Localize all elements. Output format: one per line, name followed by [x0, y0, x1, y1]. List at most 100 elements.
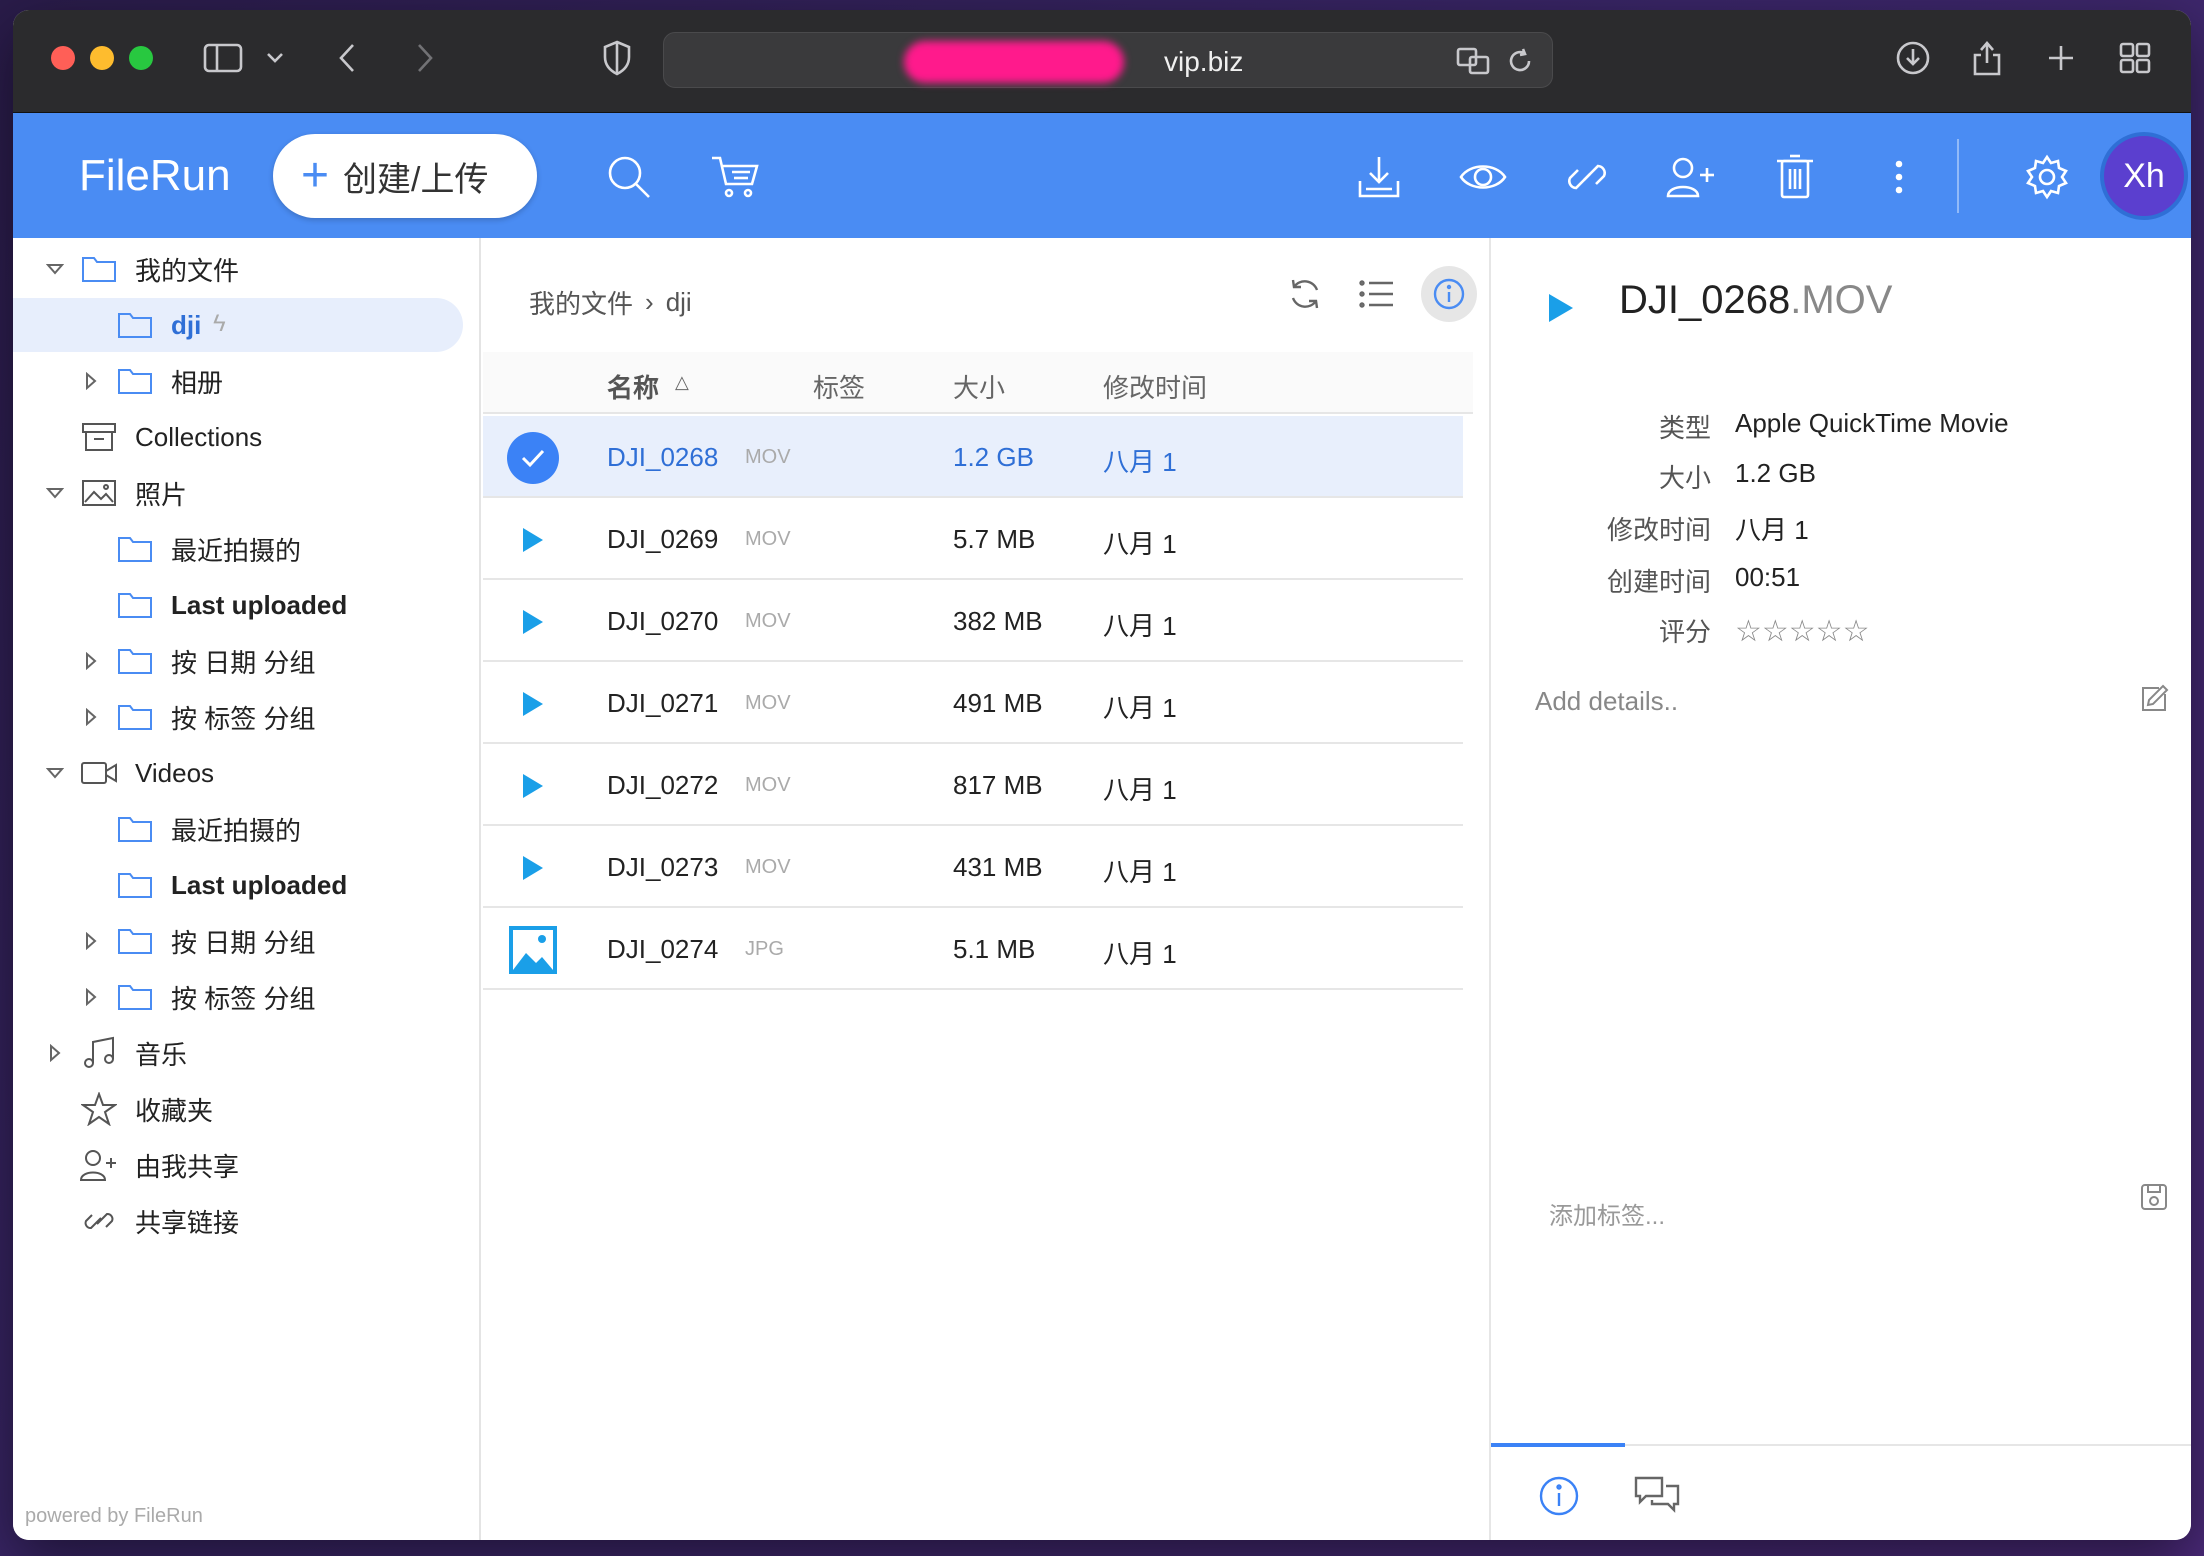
address-bar[interactable]: vip.biz	[663, 32, 1553, 88]
shield-icon[interactable]	[597, 38, 637, 78]
share-icon[interactable]	[1967, 38, 2007, 78]
column-tags-header[interactable]: 标签	[813, 368, 865, 405]
collapsed-caret-icon[interactable]	[81, 931, 101, 951]
expanded-caret-icon[interactable]	[45, 483, 65, 503]
column-size-header[interactable]: 大小	[953, 368, 1005, 405]
download-file-icon[interactable]	[1353, 151, 1405, 203]
sidebar-item-label: 最近拍摄的	[171, 815, 302, 846]
sidebar-item-my-files[interactable]: 我的文件	[13, 242, 465, 296]
collapsed-caret-icon[interactable]	[45, 1043, 65, 1063]
maximize-window-button[interactable]	[129, 46, 153, 70]
sidebar-item-videos-recent[interactable]: 最近拍摄的	[13, 802, 465, 856]
add-user-icon[interactable]	[1665, 151, 1717, 203]
file-ext: JPG	[745, 938, 784, 960]
file-modified: 八月 1	[1103, 447, 1177, 477]
tab-overview-icon[interactable]	[2115, 38, 2155, 78]
sidebar-item-favorites[interactable]: 收藏夹	[13, 1082, 465, 1136]
refresh-button[interactable]	[1277, 266, 1333, 322]
expanded-caret-icon[interactable]	[45, 259, 65, 279]
table-row[interactable]: DJI_0268 MOV 1.2 GB 八月 1	[483, 416, 1463, 498]
table-row[interactable]: DJI_0270 MOV 382 MB 八月 1	[483, 580, 1463, 662]
new-tab-icon[interactable]	[2041, 38, 2081, 78]
file-ext: MOV	[745, 774, 791, 796]
breadcrumb-item[interactable]: 我的文件	[529, 284, 633, 321]
details-file-ext: .MOV	[1790, 278, 1893, 322]
sidebar-item-label: 我的文件	[135, 255, 240, 286]
tab-info[interactable]	[1523, 1460, 1595, 1532]
close-window-button[interactable]	[51, 46, 75, 70]
forward-icon[interactable]	[405, 38, 445, 78]
file-modified: 八月 1	[1103, 857, 1177, 887]
edit-icon[interactable]	[2139, 682, 2171, 719]
collapsed-caret-icon[interactable]	[81, 371, 101, 391]
collapsed-caret-icon[interactable]	[81, 987, 101, 1007]
column-modified-header[interactable]: 修改时间	[1103, 368, 1207, 405]
sidebar-item-music[interactable]: 音乐	[13, 1026, 465, 1080]
sidebar-item-videos-by-tag[interactable]: 按 标签 分组	[13, 970, 465, 1024]
column-name-header[interactable]: 名称	[607, 368, 659, 405]
breadcrumb-item[interactable]: dji	[666, 287, 692, 318]
link-icon[interactable]	[1561, 151, 1613, 203]
sidebar-item-shared-links[interactable]: 共享链接	[13, 1194, 465, 1248]
table-row[interactable]: DJI_0271 MOV 491 MB 八月 1	[483, 662, 1463, 744]
info-toggle-button[interactable]	[1421, 266, 1477, 322]
folder-icon	[115, 699, 155, 735]
sidebar-item-label: Last uploaded	[171, 869, 348, 900]
collapsed-caret-icon[interactable]	[81, 651, 101, 671]
file-modified: 八月 1	[1103, 529, 1177, 559]
selected-check-icon[interactable]	[507, 432, 559, 484]
gear-icon[interactable]	[2021, 151, 2073, 203]
table-row[interactable]: DJI_0269 MOV 5.7 MB 八月 1	[483, 498, 1463, 580]
sidebar-item-photos-by-tag[interactable]: 按 标签 分组	[13, 690, 465, 744]
table-row[interactable]: DJI_0273 MOV 431 MB 八月 1	[483, 826, 1463, 908]
sidebar-item-photos-by-date[interactable]: 按 日期 分组	[13, 634, 465, 688]
translate-icon[interactable]	[1454, 41, 1494, 81]
search-icon[interactable]	[603, 151, 655, 203]
play-icon[interactable]	[1549, 294, 1573, 322]
archive-box-icon	[79, 419, 119, 455]
create-upload-button[interactable]: + 创建/上传	[273, 134, 537, 218]
tab-comments[interactable]	[1621, 1460, 1693, 1532]
app-logo[interactable]: FileRun	[79, 151, 231, 201]
sidebar-item-videos-last-uploaded[interactable]: Last uploaded	[13, 858, 465, 912]
sidebar-item-videos-by-date[interactable]: 按 日期 分组	[13, 914, 465, 968]
add-details-field[interactable]: Add details..	[1535, 686, 1678, 717]
reload-icon[interactable]	[1500, 41, 1540, 81]
preview-eye-icon[interactable]	[1457, 151, 1509, 203]
collapsed-caret-icon[interactable]	[81, 707, 101, 727]
sidebar-toggle-icon[interactable]	[203, 38, 243, 78]
more-vertical-icon[interactable]	[1873, 151, 1925, 203]
folder-icon	[115, 307, 155, 343]
rating-stars[interactable]: ☆☆☆☆☆	[1735, 614, 1869, 649]
sidebar-item-collections[interactable]: Collections	[13, 410, 465, 464]
back-icon[interactable]	[327, 38, 367, 78]
chevron-down-icon[interactable]	[261, 38, 289, 78]
add-tag-input[interactable]: 添加标签...	[1549, 1196, 1665, 1231]
expanded-caret-icon[interactable]	[45, 763, 65, 783]
sidebar-item-label: 收藏夹	[135, 1095, 214, 1126]
trash-icon[interactable]	[1769, 151, 1821, 203]
save-icon[interactable]	[2139, 1182, 2169, 1217]
table-row[interactable]: DJI_0272 MOV 817 MB 八月 1	[483, 744, 1463, 826]
minimize-window-button[interactable]	[90, 46, 114, 70]
sidebar-item-label: 音乐	[135, 1039, 188, 1070]
sidebar-item-label: 按 标签 分组	[171, 983, 316, 1014]
prop-key: 创建时间	[1606, 567, 1711, 597]
table-row[interactable]: DJI_0274 JPG 5.1 MB 八月 1	[483, 908, 1463, 990]
breadcrumb-separator: ›	[645, 287, 654, 317]
sidebar-item-shared-by-me[interactable]: 由我共享	[13, 1138, 465, 1192]
folder-icon	[115, 811, 155, 847]
sidebar-item-videos[interactable]: Videos	[13, 746, 465, 800]
list-view-button[interactable]	[1349, 266, 1405, 322]
sort-asc-icon[interactable]: △	[675, 372, 689, 393]
sidebar-item-photos[interactable]: 照片	[13, 466, 465, 520]
play-icon	[507, 514, 559, 566]
download-icon[interactable]	[1893, 38, 1933, 78]
sidebar-item-photos-recent[interactable]: 最近拍摄的	[13, 522, 465, 576]
cart-icon[interactable]	[709, 151, 761, 203]
file-name: DJI_0272	[607, 770, 719, 800]
sidebar-item-photos-last-uploaded[interactable]: Last uploaded	[13, 578, 465, 632]
avatar[interactable]: Xh	[2100, 132, 2188, 220]
sidebar-item-albums[interactable]: 相册	[13, 354, 465, 408]
sidebar-item-dji[interactable]: dji ϟ	[13, 298, 463, 352]
